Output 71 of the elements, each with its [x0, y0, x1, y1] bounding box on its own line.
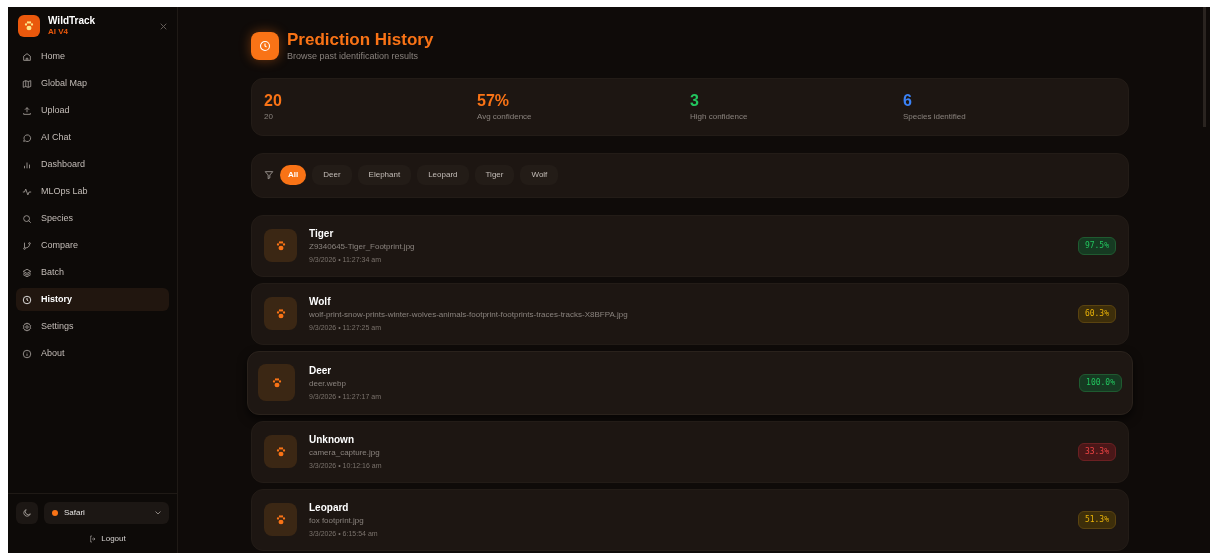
file-name: fox footprint.jpg: [309, 515, 365, 527]
filter-chip[interactable]: Tiger: [474, 165, 515, 186]
moon-icon: [22, 508, 32, 518]
species-name: Deer: [309, 364, 333, 378]
nav-item[interactable]: Upload: [16, 99, 169, 122]
settings-icon: [22, 321, 32, 332]
layers-icon: [22, 267, 32, 278]
paw-icon: [264, 297, 297, 331]
logout-icon: [89, 535, 98, 543]
file-name: wolf-print-snow-prints-winter-wolves-animals-footprint-footprints-traces-tracks-X8BFPA.jpg: [309, 309, 629, 321]
confidence-badge: 60.3%: [1077, 304, 1116, 323]
confidence-badge: 51.3%: [1077, 510, 1116, 529]
brand-version: AI V4: [48, 28, 69, 36]
filter-icon: [264, 170, 274, 181]
paw-icon: [264, 435, 297, 469]
clock-icon: [22, 294, 32, 305]
chevron-icon: [155, 511, 161, 515]
file-name: camera_capture.jpg: [309, 447, 381, 459]
logo-icon: [18, 15, 40, 37]
file-name: Z9340645-Tiger_Footprint.jpg: [309, 241, 416, 253]
stat-label: Avg confidence: [477, 110, 533, 123]
theme-toggle-button[interactable]: [16, 502, 38, 524]
stat-value: 3: [690, 90, 700, 111]
upload-icon: [22, 105, 32, 116]
close-icon[interactable]: [160, 22, 167, 30]
stat-label: High confidence: [690, 110, 749, 123]
nav-item[interactable]: Batch: [16, 261, 169, 284]
home-icon: [22, 51, 32, 62]
nav-item[interactable]: MLOps Lab: [16, 180, 169, 203]
nav-item[interactable]: Settings: [16, 315, 169, 338]
nav-item[interactable]: Dashboard: [16, 153, 169, 176]
nav-item[interactable]: Home: [16, 45, 169, 68]
clock-icon: [251, 32, 279, 61]
stat-label: 20: [264, 110, 274, 123]
filter-chip[interactable]: Elephant: [357, 165, 412, 186]
page-title: Prediction History: [287, 29, 434, 51]
map-icon: [22, 78, 32, 89]
filter-chip[interactable]: Leopard: [417, 165, 469, 186]
filter-chip[interactable]: Deer: [312, 165, 352, 186]
paw-icon: [264, 229, 297, 263]
stat-label: Species identified: [903, 110, 967, 123]
search-icon: [22, 213, 32, 224]
logout-button[interactable]: Logout: [89, 533, 126, 545]
habitat-label: Safari: [64, 507, 86, 519]
nav-item[interactable]: History: [16, 288, 169, 311]
habitat-select[interactable]: Safari: [44, 502, 169, 524]
paw-icon: [258, 364, 295, 402]
nav-item[interactable]: AI Chat: [16, 126, 169, 149]
nav-item[interactable]: About: [16, 342, 169, 365]
branch-icon: [22, 240, 32, 251]
confidence-badge: 97.5%: [1077, 236, 1116, 255]
species-name: Tiger: [309, 227, 335, 241]
page-subtitle: Browse past identification results: [287, 50, 420, 64]
paw-icon: [264, 503, 297, 537]
pulse-icon: [22, 186, 32, 197]
file-name: deer.webp: [309, 378, 347, 390]
filter-chip[interactable]: Wolf: [520, 165, 559, 186]
species-name: Wolf: [309, 295, 332, 309]
chat-bubble-icon: [22, 132, 32, 143]
info-icon: [22, 348, 32, 359]
nav-item[interactable]: Global Map: [16, 72, 169, 95]
brand-name: WildTrack: [48, 16, 97, 26]
species-name: Unknown: [309, 433, 355, 447]
nav-item[interactable]: Species: [16, 207, 169, 230]
species-name: Leopard: [309, 501, 350, 515]
nav-item[interactable]: Compare: [16, 234, 169, 257]
confidence-badge: 33.3%: [1077, 442, 1116, 461]
stat-value: 57%: [477, 90, 511, 111]
stat-value: 6: [903, 90, 913, 111]
stat-value: 20: [264, 90, 283, 111]
confidence-badge: 100.0%: [1079, 373, 1122, 392]
